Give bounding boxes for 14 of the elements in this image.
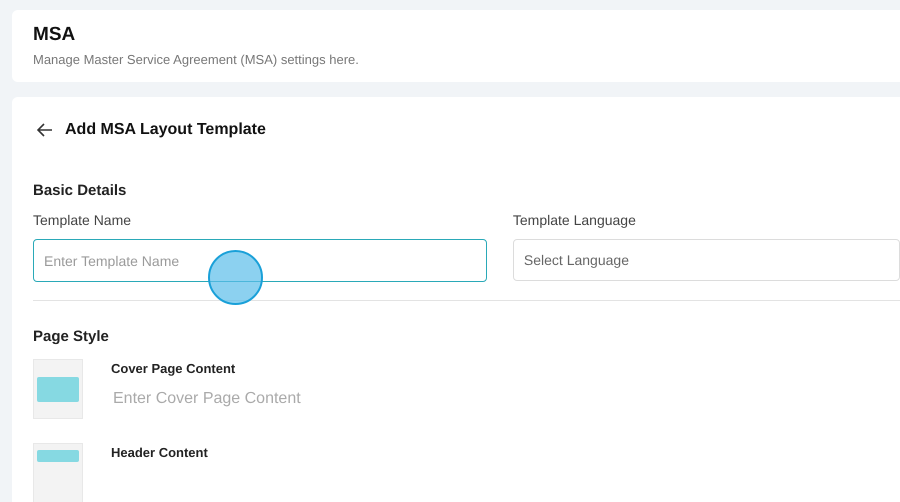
content-input[interactable]: Enter Cover Page Content	[111, 387, 411, 411]
page-title: MSA	[33, 23, 76, 47]
content-label: Cover Page Content	[111, 361, 236, 377]
language-select[interactable]: Select Language	[512, 239, 900, 281]
template-name-input[interactable]: Enter Template Name	[33, 239, 487, 282]
back-arrow-icon[interactable]	[37, 123, 53, 137]
cover-thumbnail	[33, 359, 83, 419]
section-heading: Page Style	[33, 327, 110, 347]
page-subtitle: Manage Master Service Agreement (MSA) settings here.	[33, 51, 360, 69]
content-label: Header Content	[111, 445, 208, 461]
field-label: Template Language	[512, 211, 637, 229]
section-heading: Basic Details	[33, 181, 128, 201]
field-label: Template Name	[33, 211, 132, 229]
form-title: Add MSA Layout Template	[65, 120, 266, 140]
